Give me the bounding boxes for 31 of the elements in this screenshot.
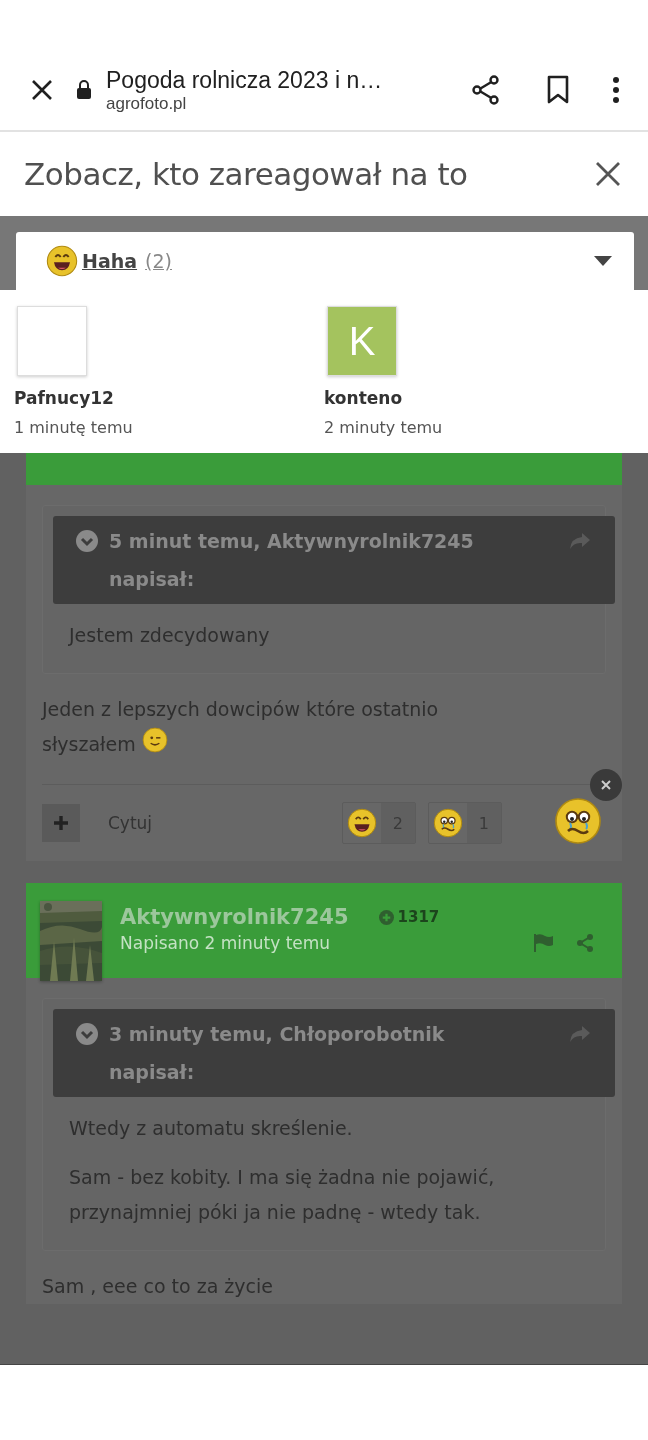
laughing-face-icon: [46, 245, 78, 277]
user-name[interactable]: konteno: [324, 388, 634, 408]
plus-icon: [53, 815, 69, 831]
caret-icon: [594, 256, 612, 266]
author-name[interactable]: Aktywnyrolnik7245: [120, 905, 349, 929]
lock-icon: [76, 80, 92, 100]
chevron-down-icon: [75, 529, 99, 553]
post-text: Jeden z lepszych dowcipów które ostatnio słyszałem: [42, 697, 440, 757]
share-arrow-icon: [569, 1025, 591, 1043]
laughing-face-icon: [346, 808, 377, 838]
post-text: Sam , eee co to za życie: [42, 1274, 274, 1299]
quote-attribution: 5 minut temu, Aktywnyrolnik7245 napisał:: [109, 529, 475, 592]
avatar[interactable]: K: [327, 306, 397, 376]
post-date: Napisano 2 minuty temu: [120, 933, 331, 953]
reaction-time: 1 minutę temu: [14, 418, 134, 437]
worried-face-icon: [554, 797, 602, 845]
page-title: Pogoda rolnicza 2023 i n…: [106, 66, 384, 94]
winking-face-icon: [141, 727, 168, 753]
dialog-title: Zobacz, kto zareagował na to: [24, 156, 468, 192]
page-url: agrofoto.pl: [106, 93, 188, 114]
close-icon[interactable]: [590, 769, 622, 801]
quote-attribution: 3 minuty temu, Chłoporobotnik napisał:: [109, 1022, 446, 1085]
reputation-count: 1317: [378, 908, 440, 926]
quote-text: Jestem zdecydowany: [69, 623, 271, 648]
plus-circle-icon: [378, 909, 394, 925]
reaction-filter-dropdown[interactable]: Haha (2): [16, 232, 634, 290]
worried-face-icon: [432, 808, 463, 838]
share-arrow-icon: [569, 532, 591, 550]
user-name[interactable]: Pafnucy12: [14, 388, 324, 408]
chevron-down-icon: [75, 1022, 99, 1046]
reaction-time: 2 minuty temu: [324, 418, 444, 437]
